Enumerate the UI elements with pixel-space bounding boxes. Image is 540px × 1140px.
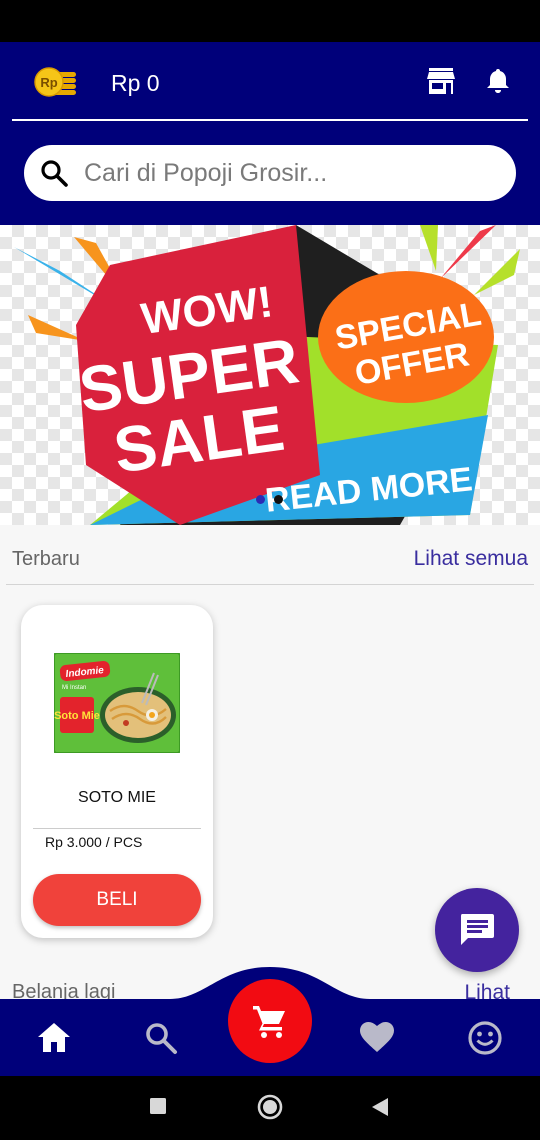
product-subtitle-text: Mi Instan — [62, 685, 86, 691]
recents-icon[interactable] — [149, 1097, 167, 1120]
card-divider — [33, 828, 201, 829]
system-navigation-bar — [0, 1076, 540, 1140]
header: Rp Rp 0 — [0, 42, 540, 225]
header-divider — [12, 119, 528, 121]
carousel-indicator — [256, 495, 283, 504]
product-flavor-text: Soto Mie — [54, 710, 100, 722]
app-screen: Rp Rp 0 Cari di Popoji Grosir... WOW! SU… — [0, 42, 540, 1076]
latest-section-title: Terbaru — [12, 548, 80, 570]
store-icon[interactable] — [427, 68, 455, 94]
coin-label: Rp — [40, 75, 57, 90]
chat-icon — [461, 914, 494, 945]
search-icon — [40, 159, 68, 187]
search-bar[interactable] — [24, 145, 516, 201]
heart-icon[interactable] — [359, 1020, 395, 1056]
latest-section-header: Terbaru Lihat semua — [0, 536, 540, 584]
bell-icon[interactable] — [486, 68, 510, 94]
home-button-icon[interactable] — [256, 1093, 284, 1126]
see-all-link[interactable]: Lihat semua — [414, 547, 528, 571]
product-card[interactable]: Indomie Mi Instan Soto Mie SOTO MIE Rp 3… — [21, 605, 213, 938]
carousel-dot[interactable] — [274, 495, 283, 504]
smiley-icon[interactable] — [467, 1020, 503, 1056]
carousel-dot-active[interactable] — [256, 495, 265, 504]
product-image: Indomie Mi Instan Soto Mie — [53, 652, 181, 754]
cart-icon — [253, 1006, 285, 1038]
search-input[interactable] — [84, 145, 504, 201]
chat-button[interactable] — [435, 888, 519, 972]
section-divider — [6, 584, 534, 585]
product-name: SOTO MIE — [78, 789, 156, 806]
cart-button[interactable] — [228, 979, 312, 1063]
back-icon[interactable] — [371, 1097, 389, 1122]
search-icon[interactable] — [143, 1020, 179, 1056]
coin-stack-icon[interactable]: Rp — [34, 66, 78, 98]
home-icon[interactable] — [36, 1020, 72, 1056]
promo-banner[interactable]: WOW! SUPER SALE SPECIAL OFFER READ MORE — [0, 225, 540, 525]
product-price: Rp 3.000 / PCS — [45, 834, 143, 850]
buy-button[interactable]: BELI — [33, 874, 201, 926]
promo-banner-art: WOW! SUPER SALE SPECIAL OFFER READ MORE — [14, 225, 520, 525]
status-bar — [0, 0, 540, 42]
balance-amount: Rp 0 — [111, 70, 160, 96]
